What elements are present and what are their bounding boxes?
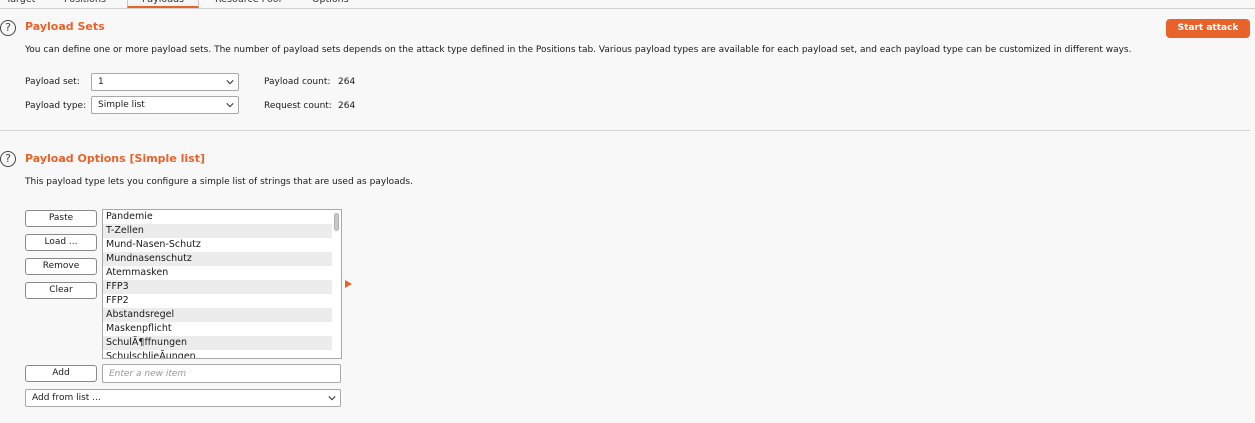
tab-bar: Target Positions Payloads Resource Pool … <box>0 0 1255 9</box>
payload-count-value: 264 <box>338 77 356 87</box>
add-from-list-select[interactable]: Add from list ... <box>25 389 341 407</box>
request-count-value: 264 <box>338 101 356 111</box>
paste-button[interactable]: Paste <box>25 210 97 227</box>
payload-options-description: This payload type lets you configure a s… <box>25 177 413 187</box>
add-from-list-label: Add from list ... <box>32 393 101 403</box>
payload-sets-description: You can define one or more payload sets.… <box>25 45 1132 55</box>
payload-set-value: 1 <box>98 77 104 87</box>
list-item[interactable]: Mundnasenschutz <box>103 252 332 266</box>
list-item[interactable]: Mund-Nasen-Schutz <box>103 238 332 252</box>
list-item[interactable]: T-Zellen <box>103 224 332 238</box>
list-item[interactable]: SchulschlieÃungen <box>103 350 332 358</box>
list-item[interactable]: SchulÃ¶ffnungen <box>103 336 332 350</box>
payload-list[interactable]: Pandemie T-Zellen Mund-Nasen-Schutz Mund… <box>102 209 342 359</box>
list-item[interactable]: FFP2 <box>103 294 332 308</box>
tab-resource-pool[interactable]: Resource Pool <box>215 0 281 8</box>
payload-type-select[interactable]: Simple list <box>91 96 239 114</box>
list-item[interactable]: FFP3 <box>103 280 332 294</box>
remove-button[interactable]: Remove <box>25 258 97 275</box>
chevron-down-icon <box>226 80 234 85</box>
tab-options[interactable]: Options <box>312 0 349 8</box>
chevron-down-icon <box>328 396 336 401</box>
new-item-input[interactable] <box>102 364 341 383</box>
tab-payloads[interactable]: Payloads <box>127 0 199 8</box>
request-count-label: Request count: <box>264 101 332 111</box>
tab-target[interactable]: Target <box>6 0 35 8</box>
section-title-payload-options: Payload Options [Simple list] <box>25 152 205 165</box>
payload-set-select[interactable]: 1 <box>91 73 239 91</box>
list-item[interactable]: Abstandsregel <box>103 308 332 322</box>
payload-set-label: Payload set: <box>25 77 80 87</box>
list-item[interactable]: Pandemie <box>103 210 332 224</box>
chevron-down-icon <box>226 103 234 108</box>
help-icon[interactable]: ? <box>0 20 16 36</box>
section-divider <box>0 130 1250 131</box>
payload-type-value: Simple list <box>98 100 145 110</box>
scrollbar-thumb[interactable] <box>334 213 339 231</box>
list-item[interactable]: Atemmasken <box>103 266 332 280</box>
triangle-right-icon <box>345 280 352 288</box>
help-icon[interactable]: ? <box>0 151 16 167</box>
clear-button[interactable]: Clear <box>25 282 97 299</box>
load-button[interactable]: Load ... <box>25 234 97 251</box>
payload-type-label: Payload type: <box>25 101 87 111</box>
section-title-payload-sets: Payload Sets <box>25 20 105 33</box>
payload-count-label: Payload count: <box>264 77 331 87</box>
start-attack-button[interactable]: Start attack <box>1166 19 1250 38</box>
list-item[interactable]: Maskenpflicht <box>103 322 332 336</box>
tab-positions[interactable]: Positions <box>64 0 106 8</box>
list-scrollbar[interactable] <box>333 211 340 357</box>
add-button[interactable]: Add <box>25 365 97 382</box>
